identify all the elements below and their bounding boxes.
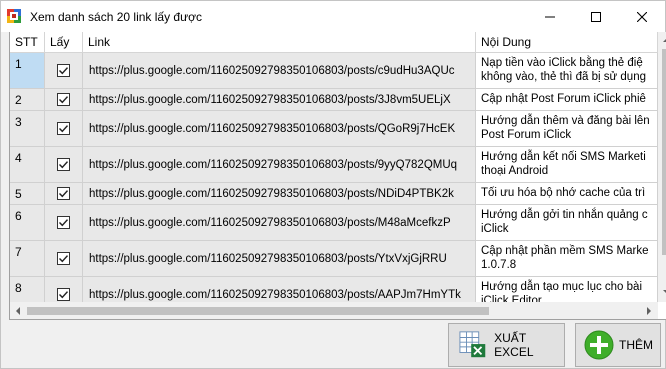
row-link[interactable]: https://plus.google.com/1160250927983501… bbox=[83, 205, 476, 241]
row-link[interactable]: https://plus.google.com/1160250927983501… bbox=[83, 89, 476, 111]
close-icon bbox=[637, 11, 647, 22]
row-content[interactable]: Hướng dẫn kết nối SMS Marketi thoại Andr… bbox=[476, 147, 658, 183]
row-checkbox[interactable] bbox=[57, 93, 70, 106]
checkmark-icon bbox=[59, 125, 69, 133]
checkmark-icon bbox=[59, 219, 69, 227]
column-header-stt[interactable]: STT bbox=[10, 32, 45, 53]
row-stt[interactable]: 3 bbox=[10, 111, 45, 147]
horizontal-scroll-thumb[interactable] bbox=[27, 307, 489, 315]
app-window: Xem danh sách 20 link lấy được STT Lấy L… bbox=[0, 0, 666, 369]
checkmark-icon bbox=[59, 161, 69, 169]
row-checkbox[interactable] bbox=[57, 252, 70, 265]
vertical-scrollbar[interactable] bbox=[658, 32, 666, 302]
row-content[interactable]: Cập nhật Post Forum iClick phiê bbox=[476, 89, 658, 111]
row-checkbox-cell bbox=[45, 147, 83, 183]
export-excel-label: XUẤT EXCEL bbox=[494, 331, 534, 359]
maximize-icon bbox=[591, 11, 601, 22]
column-header-content[interactable]: Nội Dung bbox=[476, 32, 658, 53]
app-logo-icon bbox=[7, 9, 21, 23]
row-content[interactable]: Cập nhật phần mềm SMS Marke 1.0.7.8 bbox=[476, 241, 658, 277]
row-link[interactable]: https://plus.google.com/1160250927983501… bbox=[83, 183, 476, 205]
checkmark-icon bbox=[59, 96, 69, 104]
table-row[interactable]: 6 https://plus.google.com/116025092798350… bbox=[10, 205, 658, 241]
column-header-link[interactable]: Link bbox=[83, 32, 476, 53]
row-checkbox-cell bbox=[45, 183, 83, 205]
scroll-left-icon[interactable] bbox=[16, 307, 20, 315]
excel-export-icon bbox=[459, 331, 486, 358]
maximize-button[interactable] bbox=[573, 1, 619, 32]
column-header-lay[interactable]: Lấy bbox=[45, 32, 83, 53]
checkmark-icon bbox=[59, 190, 69, 198]
row-checkbox[interactable] bbox=[57, 187, 70, 200]
row-link[interactable]: https://plus.google.com/1160250927983501… bbox=[83, 111, 476, 147]
add-button[interactable]: THÊM bbox=[575, 323, 661, 367]
row-checkbox[interactable] bbox=[57, 216, 70, 229]
row-stt[interactable]: 6 bbox=[10, 205, 45, 241]
horizontal-scrollbar[interactable] bbox=[10, 302, 658, 319]
table-row[interactable]: 4 https://plus.google.com/116025092798350… bbox=[10, 147, 658, 183]
row-checkbox[interactable] bbox=[57, 122, 70, 135]
checkmark-icon bbox=[59, 255, 69, 263]
row-content[interactable]: Hướng dẫn gởi tin nhắn quảng c iClick bbox=[476, 205, 658, 241]
row-checkbox-cell bbox=[45, 53, 83, 89]
row-content[interactable]: Hướng dẫn thêm và đăng bài lên Post Foru… bbox=[476, 111, 658, 147]
row-checkbox-cell bbox=[45, 89, 83, 111]
minimize-button[interactable] bbox=[527, 1, 573, 32]
plus-circle-icon bbox=[584, 330, 614, 360]
table-row[interactable]: 5 https://plus.google.com/116025092798350… bbox=[10, 183, 658, 205]
row-checkbox[interactable] bbox=[57, 64, 70, 77]
row-stt[interactable]: 1 bbox=[10, 53, 45, 89]
table-row[interactable]: 2 https://plus.google.com/116025092798350… bbox=[10, 89, 658, 111]
row-stt[interactable]: 7 bbox=[10, 241, 45, 277]
table-row[interactable]: 7 https://plus.google.com/116025092798350… bbox=[10, 241, 658, 277]
row-checkbox[interactable] bbox=[57, 158, 70, 171]
table-row[interactable]: 1 https://plus.google.com/116025092798350… bbox=[10, 53, 658, 89]
row-stt[interactable]: 2 bbox=[10, 89, 45, 111]
scroll-right-icon[interactable] bbox=[647, 307, 651, 315]
row-checkbox[interactable] bbox=[57, 288, 70, 301]
links-grid[interactable]: STT Lấy Link Nội Dung 1 https://plus.goog… bbox=[9, 32, 666, 320]
checkmark-icon bbox=[59, 67, 69, 75]
table-row[interactable]: 3 https://plus.google.com/116025092798350… bbox=[10, 111, 658, 147]
add-label: THÊM bbox=[619, 338, 653, 352]
row-checkbox-cell bbox=[45, 111, 83, 147]
row-link[interactable]: https://plus.google.com/1160250927983501… bbox=[83, 241, 476, 277]
row-stt[interactable]: 5 bbox=[10, 183, 45, 205]
export-excel-button[interactable]: XUẤT EXCEL bbox=[448, 323, 565, 367]
row-checkbox-cell bbox=[45, 241, 83, 277]
title-bar[interactable]: Xem danh sách 20 link lấy được bbox=[1, 1, 665, 32]
row-checkbox-cell bbox=[45, 205, 83, 241]
row-content[interactable]: Nạp tiền vào iClick bằng thẻ điệ không v… bbox=[476, 53, 658, 89]
checkmark-icon bbox=[59, 291, 69, 299]
close-button[interactable] bbox=[619, 1, 665, 32]
row-content[interactable]: Tối ưu hóa bộ nhớ cache của trì bbox=[476, 183, 658, 205]
row-stt[interactable]: 4 bbox=[10, 147, 45, 183]
vertical-scroll-thumb[interactable] bbox=[662, 49, 666, 255]
minimize-icon bbox=[545, 16, 555, 17]
row-link[interactable]: https://plus.google.com/1160250927983501… bbox=[83, 53, 476, 89]
row-link[interactable]: https://plus.google.com/1160250927983501… bbox=[83, 147, 476, 183]
window-title: Xem danh sách 20 link lấy được bbox=[30, 10, 202, 24]
